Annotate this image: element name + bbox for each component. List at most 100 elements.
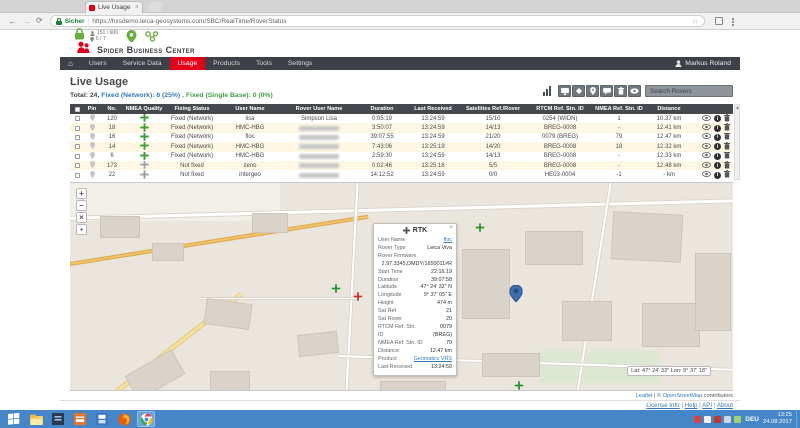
nav-item-users[interactable]: Users: [81, 57, 115, 70]
delete-icon[interactable]: [724, 114, 730, 123]
popup-field-value[interactable]: floc: [444, 237, 452, 245]
delete-icon[interactable]: [724, 133, 730, 142]
toolbar-trash-icon[interactable]: [614, 85, 627, 97]
delete-icon[interactable]: [724, 170, 730, 179]
view-on-map-icon[interactable]: [702, 143, 711, 151]
network-status-button[interactable]: [145, 31, 159, 42]
select-all-checkbox[interactable]: [75, 107, 80, 112]
view-on-map-icon[interactable]: [702, 133, 711, 141]
popup-field-value[interactable]: Geomatics VRS: [414, 356, 452, 364]
nav-item-products[interactable]: Products: [205, 57, 248, 70]
table-row[interactable]: 18Fixed (Network)HMC-HBG3:50:0713:24:591…: [70, 123, 733, 132]
pin-icon[interactable]: [90, 152, 95, 161]
col-header-sel[interactable]: [70, 104, 84, 114]
language-indicator[interactable]: DEU: [745, 416, 759, 423]
info-icon[interactable]: i: [714, 172, 721, 179]
search-rovers-input[interactable]: [645, 85, 733, 97]
osm-link[interactable]: © OpenStreetMap: [657, 393, 702, 399]
taskbar-app-explorer[interactable]: [28, 412, 44, 426]
nav-item-tools[interactable]: Tools: [248, 57, 280, 70]
pin-icon[interactable]: [90, 171, 95, 180]
green-cross-marker[interactable]: [515, 377, 524, 391]
tab-close-icon[interactable]: ×: [135, 5, 139, 11]
taskbar-clock[interactable]: 13:25 24.08.2017: [763, 412, 792, 426]
map-pin-button[interactable]: [126, 30, 137, 43]
show-desktop-button[interactable]: [796, 410, 800, 428]
table-row[interactable]: 14Fixed (Network)HMC-HBG7:43:0613:25:191…: [70, 142, 733, 151]
view-on-map-icon[interactable]: [702, 162, 711, 170]
delete-icon[interactable]: [724, 152, 730, 161]
scroll-up-icon[interactable]: ▲: [735, 105, 739, 111]
taskbar-app-start[interactable]: [6, 412, 22, 426]
browser-menu-icon[interactable]: [732, 18, 734, 20]
row-checkbox[interactable]: [75, 116, 80, 121]
pin-icon[interactable]: [90, 142, 95, 151]
map-canvas[interactable]: +−×▪ × RTK User NameflocRover TypeLeica …: [70, 182, 733, 391]
footer-link-api[interactable]: API: [702, 402, 712, 409]
row-checkbox[interactable]: [75, 144, 80, 149]
taskbar-app-office-app[interactable]: [50, 412, 66, 426]
info-icon[interactable]: i: [714, 143, 721, 150]
new-tab-button[interactable]: [146, 2, 163, 12]
table-row[interactable]: 22Not fixedintergeo14:12:5213:24:590/0HE…: [70, 170, 733, 179]
toolbar-message-icon[interactable]: [600, 85, 613, 97]
tray-red-app-icon[interactable]: [694, 416, 701, 423]
nav-item-settings[interactable]: Settings: [280, 57, 321, 70]
table-row[interactable]: 173Not fixedzeno0:02:4613:25:165/5BREG-0…: [70, 161, 733, 170]
row-checkbox[interactable]: [75, 135, 80, 140]
green-cross-marker[interactable]: [476, 219, 485, 237]
row-checkbox[interactable]: [75, 126, 80, 131]
map-zoom-in-button[interactable]: +: [76, 188, 87, 199]
table-row[interactable]: 120Fixed (Network)lisaSimpson Lisa0:05:1…: [70, 114, 733, 123]
toolbar-pin-icon[interactable]: [586, 85, 599, 97]
red-cross-marker[interactable]: [354, 288, 363, 306]
nav-item-usage[interactable]: Usage: [170, 57, 206, 70]
info-icon[interactable]: i: [714, 125, 721, 132]
user-menu[interactable]: Markus Roland: [666, 57, 740, 70]
view-on-map-icon[interactable]: [702, 124, 711, 132]
footer-link-license-info[interactable]: License Info: [646, 402, 679, 409]
footer-link-about[interactable]: About: [717, 402, 733, 409]
tray-red-badge-icon[interactable]: [714, 416, 721, 423]
info-icon[interactable]: i: [714, 134, 721, 141]
tray-shield-icon[interactable]: [724, 416, 731, 423]
pin-icon[interactable]: [90, 133, 95, 142]
delete-icon[interactable]: [724, 161, 730, 170]
green-cross-marker[interactable]: [332, 280, 341, 298]
tray-phone-icon[interactable]: [734, 416, 741, 423]
view-on-map-icon[interactable]: [702, 171, 711, 179]
nav-item-service-data[interactable]: Service Data: [115, 57, 170, 70]
chart-bars-icon[interactable]: [543, 86, 551, 96]
leaflet-link[interactable]: Leaflet: [636, 393, 653, 399]
pin-icon[interactable]: [90, 114, 95, 123]
taskbar-app-folder-app[interactable]: [72, 412, 88, 426]
info-icon[interactable]: i: [714, 162, 721, 169]
delete-icon[interactable]: [724, 123, 730, 132]
tray-flag-icon[interactable]: [704, 416, 711, 423]
view-on-map-icon[interactable]: [702, 152, 711, 160]
extension-icon[interactable]: [715, 17, 723, 25]
browser-tab[interactable]: Live Usage ×: [85, 1, 143, 13]
info-icon[interactable]: i: [714, 115, 721, 122]
forward-icon[interactable]: →: [22, 16, 31, 26]
toolbar-monitor-icon[interactable]: [558, 85, 571, 97]
map-zoom-out-button[interactable]: −: [76, 200, 87, 211]
view-on-map-icon[interactable]: [702, 115, 711, 123]
pin-icon[interactable]: [90, 161, 95, 170]
delete-icon[interactable]: [724, 142, 730, 151]
footer-link-help[interactable]: Help: [685, 402, 698, 409]
map-fit-extent-button[interactable]: ×: [76, 212, 87, 223]
pin-icon[interactable]: [90, 124, 95, 133]
info-icon[interactable]: i: [714, 153, 721, 160]
table-row[interactable]: 16Fixed (Network)floc39:07:5513:24:5921/…: [70, 133, 733, 142]
taskbar-app-notes-app[interactable]: [94, 412, 110, 426]
toolbar-diamond-icon[interactable]: [572, 85, 585, 97]
row-checkbox[interactable]: [75, 154, 80, 159]
address-bar[interactable]: Sicher | https://hxsdemo.leica-geosystem…: [50, 15, 705, 27]
reload-icon[interactable]: ⟳: [36, 16, 43, 26]
taskbar-app-firefox[interactable]: [116, 412, 132, 426]
row-checkbox[interactable]: [75, 163, 80, 168]
back-icon[interactable]: ←: [8, 16, 17, 26]
popup-close-icon[interactable]: ×: [449, 226, 453, 231]
table-scrollbar[interactable]: ▲: [734, 104, 740, 180]
